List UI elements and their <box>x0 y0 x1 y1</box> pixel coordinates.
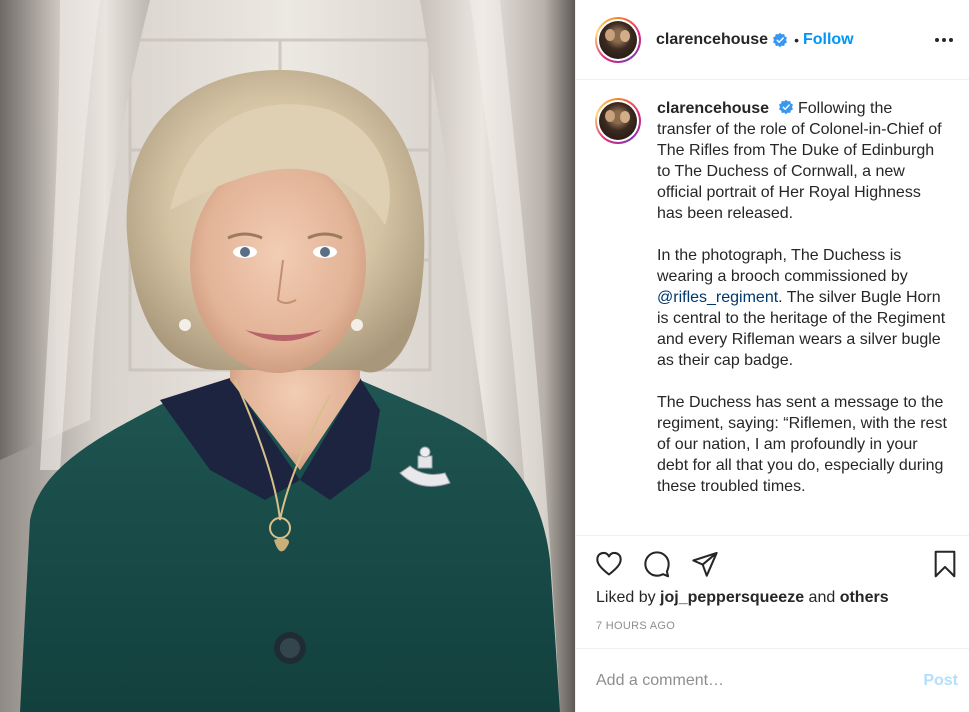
likes-and: and <box>808 589 836 606</box>
post-side-panel: clarencehouse • Follow clarencehouse Fol… <box>575 0 969 712</box>
avatar-image <box>599 20 637 59</box>
caption-paragraph-1: Following the transfer of the role of Co… <box>657 100 942 222</box>
caption-username[interactable]: clarencehouse <box>657 100 769 117</box>
separator-dot: • <box>794 31 799 48</box>
avatar[interactable] <box>595 16 641 63</box>
mention-link[interactable]: @rifles_regiment <box>657 289 778 306</box>
bookmark-icon[interactable] <box>931 550 959 578</box>
likes-others-link[interactable]: others <box>840 589 889 606</box>
caption-avatar[interactable] <box>595 98 641 144</box>
comment-input[interactable] <box>596 671 924 690</box>
follow-button[interactable]: Follow <box>803 31 854 49</box>
likes-prefix: Liked by <box>596 589 656 606</box>
caption-paragraph-2: In the photograph, The Duchess is wearin… <box>657 247 908 285</box>
post-photo[interactable] <box>0 0 575 712</box>
portrait-image <box>0 0 575 712</box>
heart-icon[interactable] <box>595 550 623 578</box>
avatar-image <box>599 102 637 140</box>
action-bar <box>576 535 969 592</box>
caption-text: clarencehouse Following the transfer of … <box>657 98 947 518</box>
verified-badge-icon <box>778 99 793 115</box>
more-options-icon[interactable] <box>932 28 956 52</box>
caption-area[interactable]: clarencehouse Following the transfer of … <box>576 81 969 535</box>
comment-box: Post <box>576 648 969 712</box>
share-icon[interactable] <box>691 550 719 578</box>
liked-by-user-link[interactable]: joj_peppersqueeze <box>660 589 804 606</box>
comment-icon[interactable] <box>643 550 671 578</box>
caption-paragraph-3: The Duchess has sent a message to the re… <box>657 394 947 495</box>
post-header: clarencehouse • Follow <box>576 0 969 80</box>
username-link[interactable]: clarencehouse <box>656 31 768 49</box>
verified-badge-icon <box>773 32 788 47</box>
post-timestamp[interactable]: 7 HOURS AGO <box>596 620 675 632</box>
post-comment-button[interactable]: Post <box>923 672 958 690</box>
likes-summary: Liked by joj_peppersqueeze and others <box>596 589 889 607</box>
